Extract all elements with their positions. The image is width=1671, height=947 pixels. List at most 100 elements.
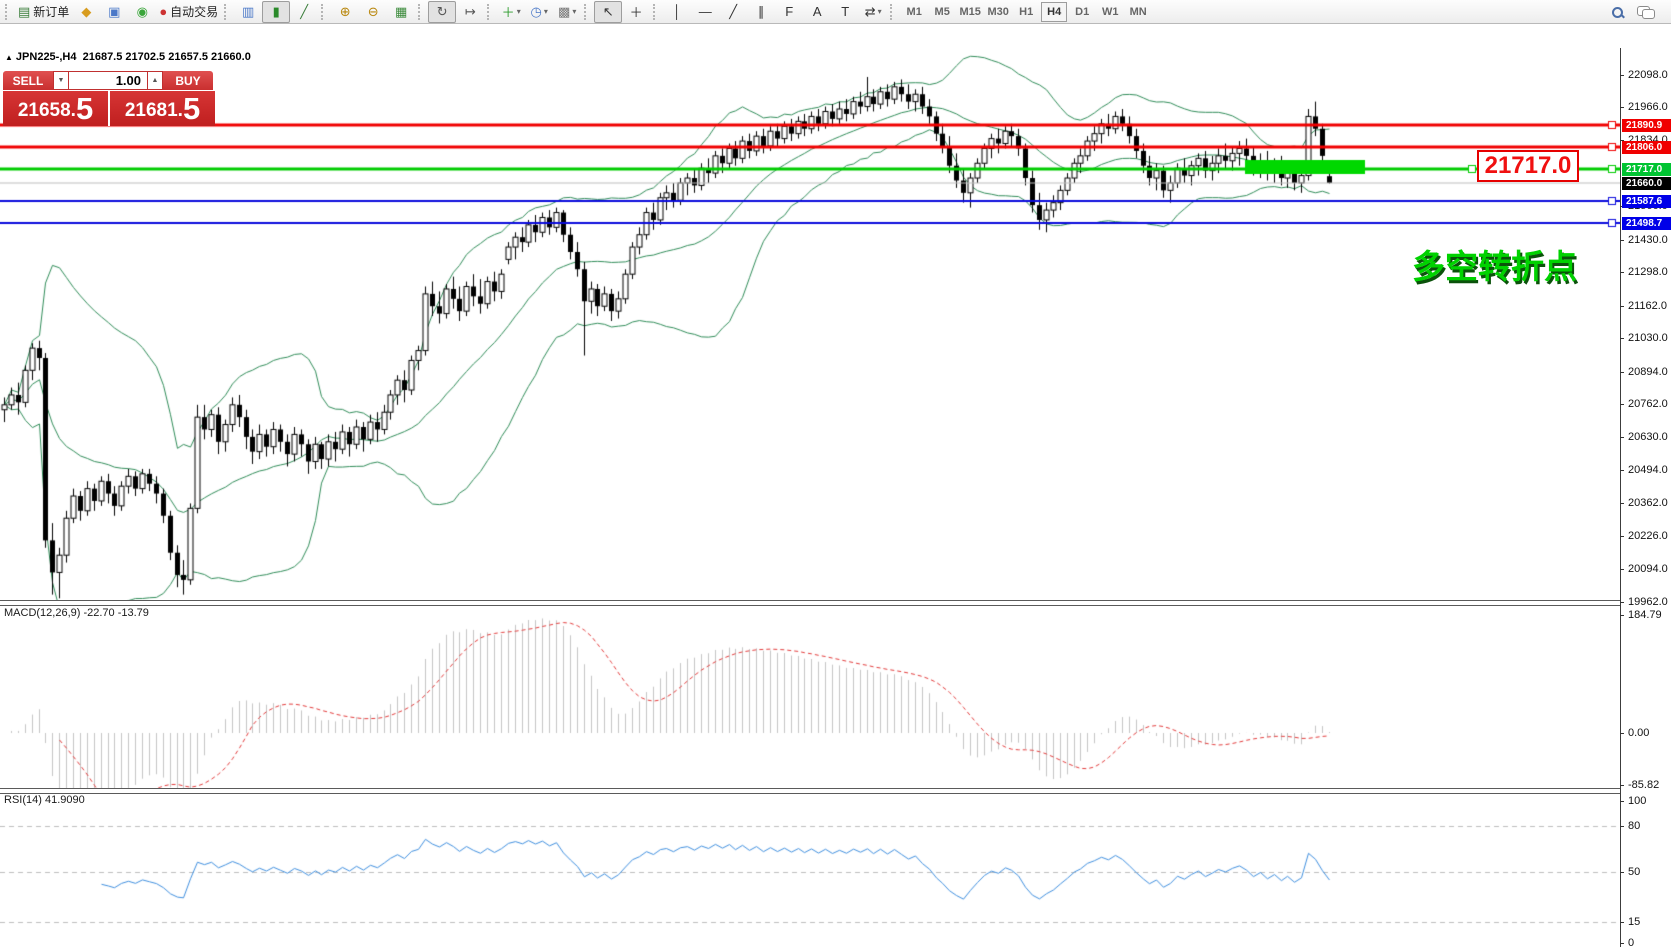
price-tag-21717.0: 21717.0 — [1622, 163, 1671, 176]
autotrading-label: 自动交易 — [170, 3, 218, 20]
axis-tick-label: 100 — [1628, 795, 1646, 807]
chart-collapse-arrow[interactable]: ▲ — [5, 53, 13, 62]
chart-canvas[interactable] — [0, 48, 1620, 947]
toolbar-button-cursor[interactable]: ↖ — [594, 1, 622, 23]
periods-dropdown-icon[interactable]: ▾ — [544, 7, 548, 16]
buy-button[interactable]: BUY — [163, 71, 213, 90]
axis-tick-label: 20894.0 — [1628, 366, 1668, 378]
toolbar-button-trendline[interactable]: ╱ — [719, 1, 747, 23]
axis-tick-dash — [1620, 470, 1624, 471]
autotrading-icon: ● — [159, 4, 167, 19]
axis-tick-dash — [1620, 826, 1624, 827]
toolbar-button-equidistant-channel[interactable]: ∥ — [747, 1, 775, 23]
axis-tick-label: 20762.0 — [1628, 398, 1668, 410]
axis-tick-dash — [1620, 240, 1624, 241]
flip-point-note[interactable]: 多空转折点 — [1412, 240, 1577, 288]
buy-price[interactable]: 21681.5 — [108, 91, 215, 126]
toolbar-button-horizontal-line[interactable]: — — [691, 1, 719, 23]
axis-tick-dash — [1620, 306, 1624, 307]
price-axis-border — [1620, 48, 1621, 947]
toolbar-button-periods[interactable]: ◷▾ — [525, 1, 553, 23]
toolbar-button-navigator[interactable]: ◉ — [128, 1, 156, 23]
toolbar-button-fibonacci[interactable]: F — [775, 1, 803, 23]
toolbar-button-zoom-out[interactable]: ⊖ — [359, 1, 387, 23]
timeframe-button-H1[interactable]: H1 — [1013, 2, 1039, 22]
timeframe-button-M1[interactable]: M1 — [901, 2, 927, 22]
text-icon: A — [813, 4, 822, 19]
buy-price-int: 21681 — [125, 98, 178, 124]
toolbar-grip — [890, 4, 897, 20]
axis-tick-dash — [1620, 503, 1624, 504]
zoom-in-icon: ⊕ — [340, 4, 351, 20]
toolbar-button-candlestick-chart[interactable]: ▮ — [262, 1, 290, 23]
timeframe-button-MN[interactable]: MN — [1125, 2, 1151, 22]
timeframe-button-M30[interactable]: M30 — [985, 2, 1011, 22]
toolbar-button-new-order[interactable]: ▤新订单 — [15, 1, 72, 23]
timeframe-button-H4[interactable]: H4 — [1041, 2, 1067, 22]
axis-tick-dash — [1620, 404, 1624, 405]
toolbar-button-market-watch[interactable]: ◆ — [72, 1, 100, 23]
arrows-icon: ⇄ — [865, 4, 876, 20]
axis-tick-label: 21030.0 — [1628, 332, 1668, 344]
indicators-dropdown-icon[interactable]: ▾ — [517, 7, 521, 16]
market-watch-icon: ◆ — [81, 4, 91, 20]
toolbar-button-indicators[interactable]: ＋▾ — [497, 1, 525, 23]
search-icon[interactable] — [1612, 7, 1623, 18]
chart-shift-icon: ↦ — [465, 4, 476, 20]
toolbar-grip — [321, 4, 328, 20]
toolbar-button-autotrading[interactable]: ●自动交易 — [156, 1, 221, 23]
arrows-dropdown-icon[interactable]: ▾ — [878, 7, 882, 16]
toolbar-button-arrows[interactable]: ⇄▾ — [859, 1, 887, 23]
toolbar-button-auto-scroll[interactable]: ↻ — [428, 1, 456, 23]
bar-chart-icon: ▥ — [242, 4, 254, 20]
toolbar-button-vertical-line[interactable]: │ — [663, 1, 691, 23]
toolbar-button-line-chart[interactable]: ╱ — [290, 1, 318, 23]
volume-input[interactable]: 1.00 — [69, 71, 147, 90]
toolbar-button-bar-chart[interactable]: ▥ — [234, 1, 262, 23]
volume-increase-button[interactable]: ▲ — [147, 71, 163, 90]
chart-window: ▲JPN225-,H4 21687.5 21702.5 21657.5 2166… — [0, 24, 1671, 947]
axis-tick-dash — [1620, 943, 1624, 944]
candlestick-chart-icon: ▮ — [273, 4, 280, 20]
chat-icon[interactable] — [1637, 6, 1653, 18]
sell-price[interactable]: 21658.5 — [3, 91, 108, 126]
toolbar-button-text-label[interactable]: T — [831, 1, 859, 23]
axis-tick-label: 0.00 — [1628, 727, 1649, 739]
toolbar-button-tile-windows[interactable]: ▦ — [387, 1, 415, 23]
symbol-period-label: JPN225-,H4 — [16, 51, 77, 63]
axis-tick-dash — [1620, 569, 1624, 570]
rsi-panel-separator[interactable] — [0, 788, 1620, 794]
axis-tick-label: 21162.0 — [1628, 300, 1667, 312]
text-label-icon: T — [841, 4, 849, 19]
toolbar-button-chart-shift[interactable]: ↦ — [456, 1, 484, 23]
axis-tick-dash — [1620, 602, 1624, 603]
macd-panel-separator[interactable] — [0, 600, 1620, 606]
toolbar-button-text[interactable]: A — [803, 1, 831, 23]
timeframe-button-D1[interactable]: D1 — [1069, 2, 1095, 22]
timeframe-button-M15[interactable]: M15 — [957, 2, 983, 22]
toolbar-button-data-window[interactable]: ▣ — [100, 1, 128, 23]
axis-tick-label: 20494.0 — [1628, 464, 1668, 476]
toolbar-button-zoom-in[interactable]: ⊕ — [331, 1, 359, 23]
trendline-icon: ╱ — [729, 4, 737, 20]
templates-dropdown-icon[interactable]: ▾ — [572, 7, 576, 16]
timeframe-button-M5[interactable]: M5 — [929, 2, 955, 22]
axis-tick-label: 20630.0 — [1628, 431, 1668, 443]
equidistant-channel-icon: ∥ — [758, 4, 765, 20]
cursor-icon: ↖ — [603, 4, 614, 20]
axis-tick-dash — [1620, 338, 1624, 339]
sell-button[interactable]: SELL — [3, 71, 53, 90]
toolbar-button-templates[interactable]: ▩▾ — [553, 1, 581, 23]
timeframe-button-W1[interactable]: W1 — [1097, 2, 1123, 22]
toolbar-grip — [224, 4, 231, 20]
toolbar-button-crosshair[interactable]: ＋ — [622, 1, 650, 23]
axis-tick-label: 21430.0 — [1628, 234, 1668, 246]
toolbar-grip — [653, 4, 660, 20]
axis-tick-dash — [1620, 107, 1624, 108]
main-toolbar: ▤新订单◆▣◉●自动交易▥▮╱⊕⊖▦↻↦＋▾◷▾▩▾↖＋│—╱∥FAT⇄▾M1M… — [0, 0, 1671, 24]
volume-decrease-button[interactable]: ▼ — [53, 71, 69, 90]
axis-tick-label: 20094.0 — [1628, 563, 1668, 575]
toolbar-grip — [584, 4, 591, 20]
axis-tick-dash — [1620, 437, 1624, 438]
price-annotation-box[interactable]: 21717.0 — [1477, 150, 1579, 182]
